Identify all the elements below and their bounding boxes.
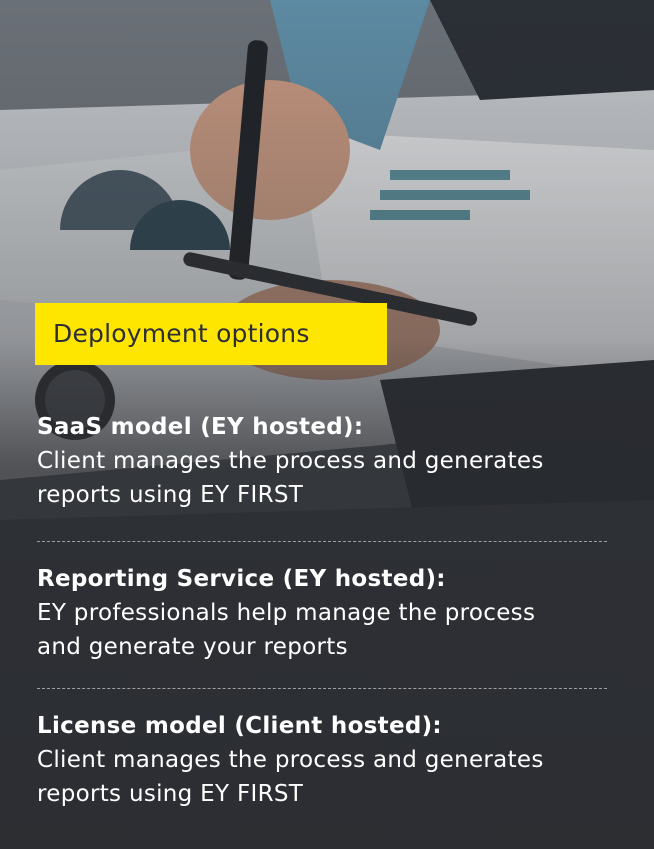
dashed-divider (37, 541, 607, 542)
option-title: Reporting Service (EY hosted): (37, 566, 446, 592)
option-description-line: Client manages the process and generates (37, 448, 544, 474)
section-badge: Deployment options (35, 303, 387, 365)
option-description-line: EY professionals help manage the process (37, 600, 536, 626)
option-description-line: reports using EY FIRST (37, 482, 304, 508)
option-title: License model (Client hosted): (37, 713, 442, 739)
dashed-divider (37, 688, 607, 689)
option-reporting-service: Reporting Service (EY hosted): EY profes… (37, 562, 627, 664)
deployment-options-card: Deployment options SaaS model (EY hosted… (0, 0, 654, 849)
option-description-line: reports using EY FIRST (37, 781, 304, 807)
option-saas-model: SaaS model (EY hosted): Client manages t… (37, 410, 627, 512)
option-license-model: License model (Client hosted): Client ma… (37, 709, 627, 811)
badge-label: Deployment options (53, 319, 310, 348)
option-description-line: Client manages the process and generates (37, 747, 544, 773)
option-title: SaaS model (EY hosted): (37, 414, 364, 440)
option-description-line: and generate your reports (37, 634, 348, 660)
